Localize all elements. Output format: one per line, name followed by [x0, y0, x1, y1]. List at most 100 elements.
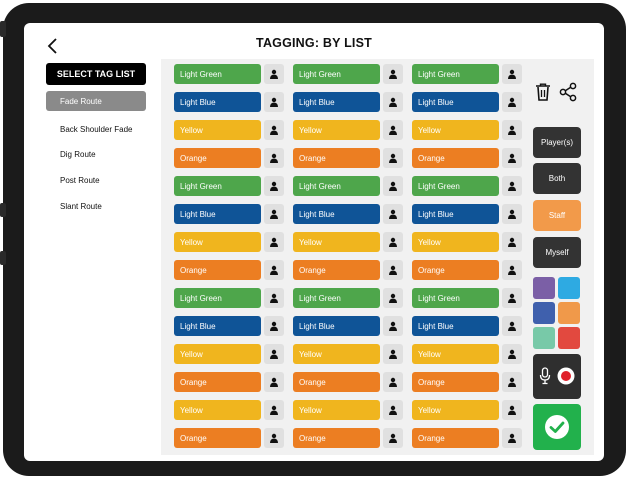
assign-person-button[interactable] [383, 344, 403, 364]
assign-person-button[interactable] [383, 176, 403, 196]
assign-person-button[interactable] [502, 344, 522, 364]
tag-button[interactable]: Light Green [293, 64, 380, 84]
assign-person-button[interactable] [264, 372, 284, 392]
assign-person-button[interactable] [264, 400, 284, 420]
tag-button[interactable]: Light Green [174, 176, 261, 196]
tag-button[interactable]: Light Blue [412, 92, 499, 112]
color-swatch[interactable] [558, 302, 580, 324]
tag-button[interactable]: Orange [293, 260, 380, 280]
tag-button[interactable]: Orange [174, 428, 261, 448]
color-swatch[interactable] [533, 327, 555, 349]
tag-button[interactable]: Yellow [293, 344, 380, 364]
tag-button[interactable]: Light Blue [293, 204, 380, 224]
color-swatch[interactable] [533, 302, 555, 324]
tag-button[interactable]: Yellow [174, 400, 261, 420]
assign-person-button[interactable] [502, 148, 522, 168]
both-button[interactable]: Both [533, 163, 581, 194]
tag-button[interactable]: Orange [174, 148, 261, 168]
tag-button[interactable]: Yellow [174, 120, 261, 140]
select-tag-list-button[interactable]: SELECT TAG LIST [46, 63, 146, 85]
assign-person-button[interactable] [264, 176, 284, 196]
tag-button[interactable]: Orange [412, 148, 499, 168]
tag-button[interactable]: Orange [293, 148, 380, 168]
assign-person-button[interactable] [502, 316, 522, 336]
tag-button[interactable]: Yellow [293, 232, 380, 252]
assign-person-button[interactable] [502, 288, 522, 308]
confirm-button[interactable] [533, 404, 581, 450]
assign-person-button[interactable] [264, 120, 284, 140]
tag-button[interactable]: Yellow [412, 120, 499, 140]
assign-person-button[interactable] [502, 176, 522, 196]
color-swatch[interactable] [533, 277, 555, 299]
assign-person-button[interactable] [383, 260, 403, 280]
tag-button[interactable]: Light Blue [293, 92, 380, 112]
assign-person-button[interactable] [383, 288, 403, 308]
assign-person-button[interactable] [502, 400, 522, 420]
tag-button[interactable]: Orange [174, 260, 261, 280]
assign-person-button[interactable] [264, 148, 284, 168]
assign-person-button[interactable] [383, 92, 403, 112]
tag-button[interactable]: Yellow [293, 120, 380, 140]
tag-button[interactable]: Light Blue [174, 92, 261, 112]
assign-person-button[interactable] [264, 288, 284, 308]
assign-person-button[interactable] [264, 316, 284, 336]
tag-button[interactable]: Light Green [293, 176, 380, 196]
assign-person-button[interactable] [383, 428, 403, 448]
assign-person-button[interactable] [502, 120, 522, 140]
tag-list-item[interactable]: Slant Route [46, 196, 146, 216]
microphone-button[interactable] [539, 367, 551, 385]
tag-button[interactable]: Light Blue [293, 316, 380, 336]
record-button[interactable] [557, 367, 575, 385]
tag-button[interactable]: Orange [174, 372, 261, 392]
share-button[interactable] [559, 82, 577, 102]
assign-person-button[interactable] [502, 260, 522, 280]
assign-person-button[interactable] [383, 148, 403, 168]
assign-person-button[interactable] [502, 204, 522, 224]
tag-button[interactable]: Light Green [293, 288, 380, 308]
tag-button[interactable]: Yellow [174, 232, 261, 252]
tag-button[interactable]: Yellow [412, 232, 499, 252]
assign-person-button[interactable] [264, 232, 284, 252]
tag-button[interactable]: Light Blue [174, 204, 261, 224]
assign-person-button[interactable] [383, 232, 403, 252]
delete-button[interactable] [535, 83, 551, 101]
tag-button[interactable]: Yellow [412, 344, 499, 364]
tag-button[interactable]: Orange [293, 428, 380, 448]
color-swatch[interactable] [558, 327, 580, 349]
tag-button[interactable]: Light Green [412, 288, 499, 308]
tag-button[interactable]: Light Blue [412, 316, 499, 336]
tag-button[interactable]: Yellow [412, 400, 499, 420]
tag-button[interactable]: Orange [412, 260, 499, 280]
tag-button[interactable]: Orange [412, 428, 499, 448]
tag-list-item[interactable]: Dig Route [46, 144, 146, 164]
assign-person-button[interactable] [264, 204, 284, 224]
assign-person-button[interactable] [264, 344, 284, 364]
tag-button[interactable]: Orange [293, 372, 380, 392]
assign-person-button[interactable] [383, 204, 403, 224]
assign-person-button[interactable] [383, 400, 403, 420]
assign-person-button[interactable] [502, 232, 522, 252]
assign-person-button[interactable] [383, 120, 403, 140]
tag-list-item[interactable]: Post Route [46, 170, 146, 190]
tag-list-item[interactable]: Fade Route [46, 91, 146, 111]
assign-person-button[interactable] [502, 64, 522, 84]
tag-button[interactable]: Light Green [412, 176, 499, 196]
tag-button[interactable]: Orange [412, 372, 499, 392]
assign-person-button[interactable] [264, 260, 284, 280]
tag-button[interactable]: Yellow [293, 400, 380, 420]
assign-person-button[interactable] [264, 64, 284, 84]
myself-button[interactable]: Myself [533, 237, 581, 268]
tag-button[interactable]: Yellow [174, 344, 261, 364]
players-button[interactable]: Player(s) [533, 127, 581, 158]
assign-person-button[interactable] [264, 92, 284, 112]
tag-list-item[interactable]: Back Shoulder Fade [46, 119, 146, 139]
assign-person-button[interactable] [383, 316, 403, 336]
assign-person-button[interactable] [383, 372, 403, 392]
tag-button[interactable]: Light Green [174, 288, 261, 308]
assign-person-button[interactable] [502, 92, 522, 112]
tag-button[interactable]: Light Blue [412, 204, 499, 224]
tag-button[interactable]: Light Green [412, 64, 499, 84]
assign-person-button[interactable] [383, 64, 403, 84]
assign-person-button[interactable] [502, 372, 522, 392]
tag-button[interactable]: Light Green [174, 64, 261, 84]
